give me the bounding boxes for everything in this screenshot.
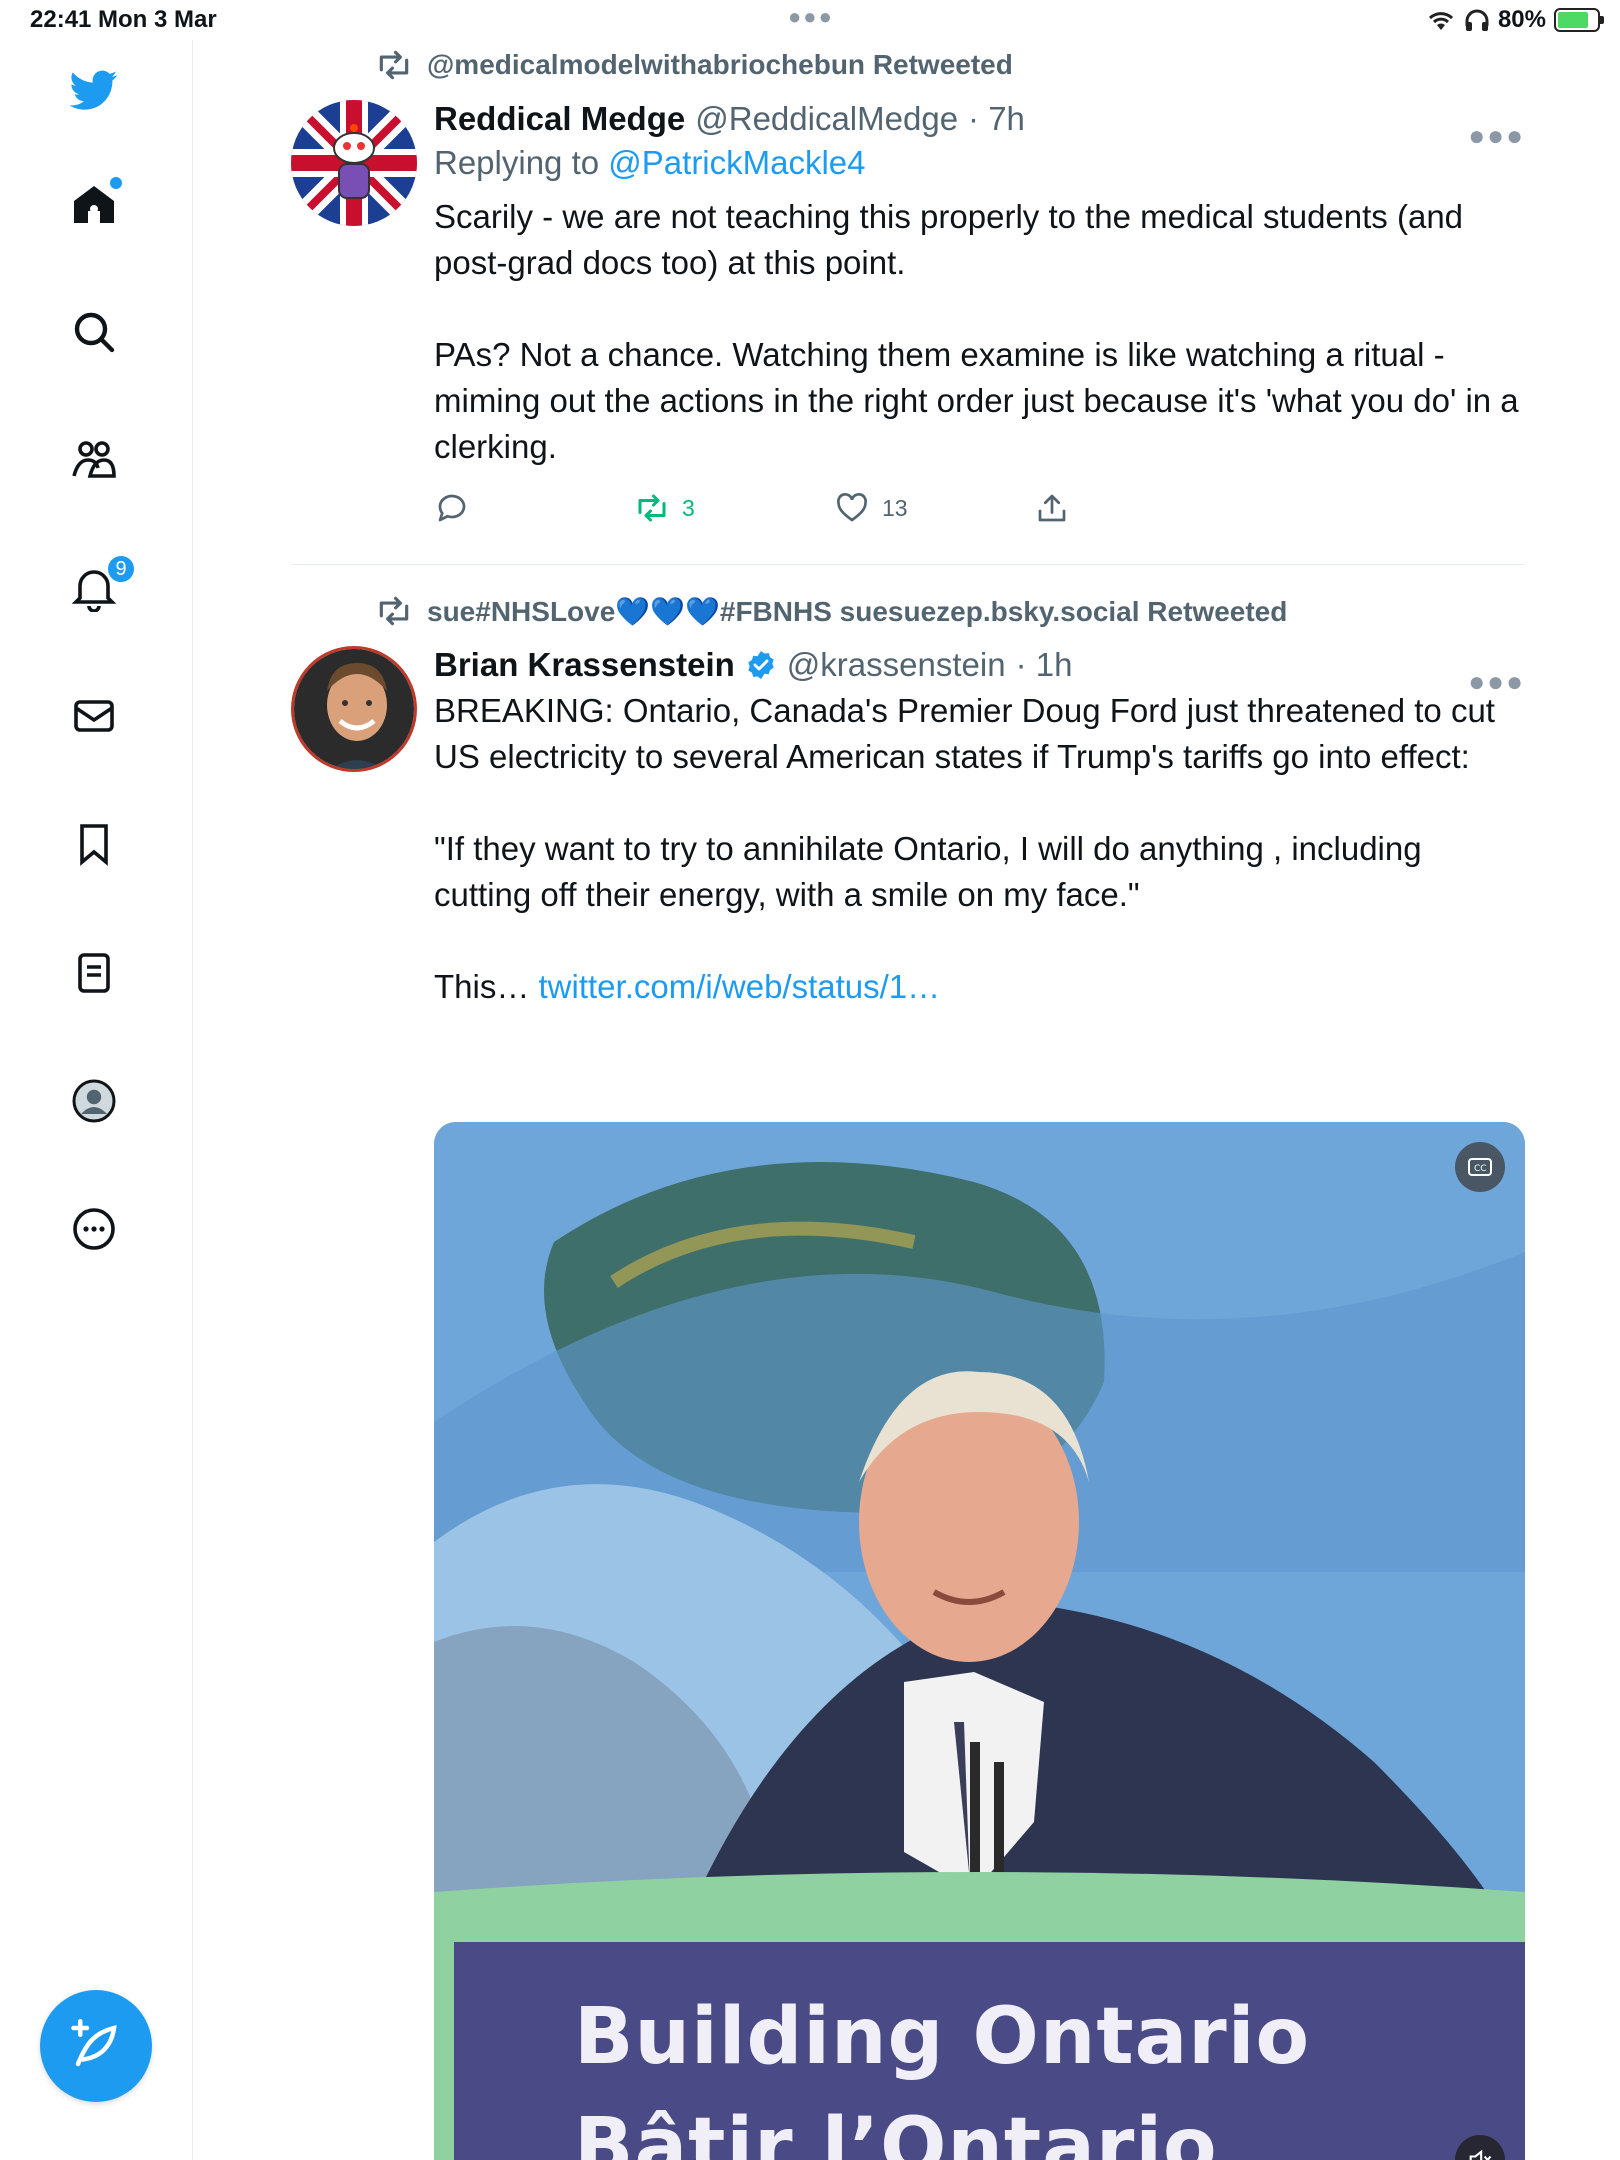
bookmarks-icon[interactable] [66, 816, 122, 872]
tweet-text: BREAKING: Ontario, Canada's Premier Doug… [434, 688, 1525, 1010]
retweeted-by-label: sue#NHSLove💙💙💙#FBNHS suesuezep.bsky.soci… [427, 595, 1288, 627]
tweet-more-icon[interactable]: ●●● [1468, 666, 1525, 698]
status-date: Mon 3 Mar [98, 6, 217, 33]
tweet-text: Scarily - we are not teaching this prope… [434, 198, 1519, 465]
share-icon [1038, 494, 1066, 522]
closed-captions-icon[interactable]: CC [1455, 1142, 1505, 1192]
tweet-actions: 3 13 [434, 490, 1525, 550]
retweet-icon [379, 50, 409, 80]
more-options-icon[interactable] [66, 1201, 122, 1257]
status-time: 22:41 [30, 6, 92, 33]
headphones-icon [1465, 9, 1489, 31]
tweet-content: Brian Krassenstein @krassenstein · 1h ●●… [434, 646, 1525, 1010]
status-indicators: 80% [1426, 6, 1604, 34]
union-jack-avatar-image [291, 100, 417, 226]
status-bar: 22:41 Mon 3 Mar ●●● 80% [0, 0, 1620, 40]
share-button[interactable] [1034, 490, 1070, 526]
replying-to-label: Replying to [434, 144, 600, 181]
sidebar-nav: 9 [0, 40, 193, 2160]
notifications-bell-icon[interactable]: 9 [66, 554, 136, 616]
retweet-button[interactable]: 3 [634, 490, 695, 526]
messages-icon[interactable] [66, 688, 122, 744]
avatar[interactable] [291, 646, 417, 772]
reply-button[interactable] [434, 490, 470, 526]
retweet-context[interactable]: @medicalmodelwithabriochebun Retweeted [375, 46, 1013, 84]
lists-icon[interactable] [66, 945, 122, 1001]
reply-icon [438, 494, 466, 522]
battery-percent: 80% [1497, 6, 1546, 33]
search-icon[interactable] [66, 304, 122, 360]
avatar[interactable] [291, 100, 417, 226]
battery-icon [1554, 8, 1604, 32]
video-player[interactable]: Building Ontario Bâtir l’Ontario CC [434, 1122, 1525, 2160]
verified-badge-icon [748, 651, 774, 679]
heart-icon [837, 493, 867, 522]
like-button[interactable]: 13 [834, 490, 908, 526]
retweet-context[interactable]: sue#NHSLove💙💙💙#FBNHS suesuezep.bsky.soci… [375, 592, 1287, 630]
banner-text-line1: Building Ontario [574, 1992, 1311, 2082]
compose-tweet-button[interactable] [40, 1990, 152, 2102]
svg-text:CC: CC [1474, 1164, 1487, 1174]
tweet-divider [291, 564, 1525, 565]
replying-to-handle[interactable]: @PatrickMackle4 [608, 144, 865, 181]
tweet-more-icon[interactable]: ●●● [1468, 120, 1525, 152]
retweeted-by-label: @medicalmodelwithabriochebun Retweeted [427, 49, 1013, 80]
timeline-feed: @medicalmodelwithabriochebun Retweeted R… [193, 40, 1620, 2160]
author-handle[interactable]: @ReddicalMedge [695, 100, 958, 138]
retweet-icon [638, 494, 666, 522]
tweet-link[interactable]: twitter.com/i/web/status/1… [539, 968, 941, 1005]
twitter-logo-icon[interactable] [66, 62, 122, 118]
new-content-dot [110, 177, 122, 189]
tweet-text-body: BREAKING: Ontario, Canada's Premier Doug… [434, 692, 1495, 1005]
tweet-time: · 7h [968, 100, 1025, 137]
wifi-icon [1428, 12, 1453, 30]
compose-feather-icon [71, 2019, 117, 2067]
notification-badge: 9 [106, 554, 136, 584]
home-icon[interactable] [66, 177, 122, 233]
replying-to: Replying to @PatrickMackle4 [434, 144, 1525, 182]
banner-text-line2: Bâtir l’Ontario [574, 2102, 1218, 2160]
like-count: 13 [882, 494, 908, 521]
tweet-card[interactable]: Brian Krassenstein @krassenstein · 1h ●●… [291, 646, 1525, 2160]
author-name[interactable]: Reddical Medge [434, 100, 685, 138]
author-handle[interactable]: @krassenstein [787, 646, 1006, 684]
communities-icon[interactable] [66, 432, 122, 488]
multitasking-dots-icon[interactable]: ●●● [788, 4, 834, 30]
retweet-count: 3 [682, 494, 695, 521]
tweet-content: Reddical Medge @ReddicalMedge · 7h ●●● R… [434, 100, 1525, 550]
retweet-icon [379, 596, 409, 626]
author-name[interactable]: Brian Krassenstein [434, 646, 735, 684]
author-portrait-image [294, 649, 414, 769]
profile-avatar-icon[interactable] [66, 1073, 122, 1129]
tweet-header: Reddical Medge @ReddicalMedge · 7h [434, 100, 1525, 138]
tweet-time: · 1h [1015, 646, 1073, 683]
tweet-header: Brian Krassenstein @krassenstein · 1h [434, 646, 1525, 684]
